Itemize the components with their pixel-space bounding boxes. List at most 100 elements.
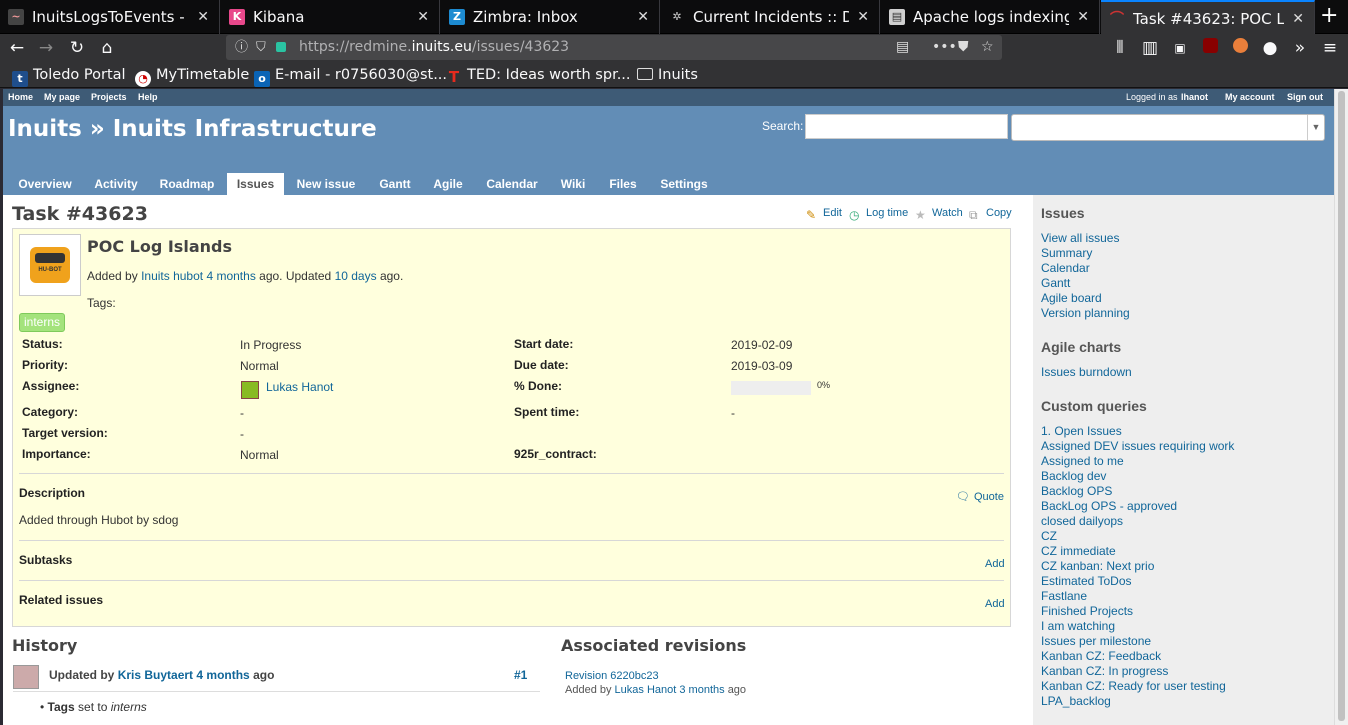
quote-button[interactable]: 🗨 Quote [956,490,1004,503]
sidebar-link-gantt[interactable]: Gantt [1041,276,1070,290]
scrollbar-thumb[interactable] [1338,91,1345,721]
query-link-issues-per-milestone[interactable]: Issues per milestone [1041,634,1151,648]
revision-author-link[interactable]: Lukas Hanot [615,684,677,696]
query-link-lpa-backlog[interactable]: LPA_backlog [1041,694,1111,708]
query-link-i-am-watching[interactable]: I am watching [1041,619,1115,633]
journal-number-link[interactable]: #1 [514,668,527,682]
privacy-badger-icon[interactable] [1230,38,1250,58]
query-link-estimated-todos[interactable]: Estimated ToDos [1041,574,1132,588]
revision-time-link[interactable]: 3 months [679,684,724,696]
query-link-closed-dailyops[interactable]: closed dailyops [1041,514,1123,528]
topmenu-my-page[interactable]: My page [44,89,80,106]
page-actions-icon[interactable]: ••• [932,35,957,60]
query-link-finished-projects[interactable]: Finished Projects [1041,604,1133,618]
new-tab-icon[interactable]: + [1320,4,1338,28]
query-link-cz-immediate[interactable]: CZ immediate [1041,544,1116,558]
author-link[interactable]: Inuits hubot [141,269,203,283]
topmenu-help[interactable]: Help [138,89,158,106]
query-link-backlog-ops[interactable]: Backlog OPS [1041,484,1112,498]
tab-settings[interactable]: Settings [654,173,714,195]
sidebar-link-version-planning[interactable]: Version planning [1041,306,1130,320]
query-link-assigned-to-me[interactable]: Assigned to me [1041,454,1124,468]
pocket-icon[interactable]: ⛊ [958,35,969,60]
add-subtask-link[interactable]: Add [985,558,1005,570]
account-icon[interactable]: ● [1260,38,1280,58]
close-tab-icon[interactable]: ✕ [857,0,869,34]
close-tab-icon[interactable]: ✕ [197,0,209,34]
reader-view-icon[interactable]: ▤ [896,35,909,60]
history-time-link[interactable]: 4 months [196,668,249,682]
tag-badge[interactable]: interns [19,313,66,332]
query-link-1-open-issues[interactable]: 1. Open Issues [1041,424,1122,438]
watch-button[interactable]: ★ Watch [915,207,963,222]
query-link-kanban-cz-feedback[interactable]: Kanban CZ: Feedback [1041,649,1161,663]
copy-button[interactable]: ⧉ Copy [969,207,1012,222]
tab-gantt[interactable]: Gantt [372,173,418,195]
extension-icon[interactable]: ▣ [1170,38,1190,58]
library-icon[interactable]: ⫴ [1110,38,1130,58]
browser-tab-zimbra[interactable]: Z Zimbra: Inbox ✕ [441,0,660,34]
close-tab-icon[interactable]: ✕ [637,0,649,34]
browser-tab-incidents[interactable]: ✲ Current Incidents :: Das ✕ [661,0,880,34]
ublock-icon[interactable] [1200,38,1220,58]
updated-link[interactable]: 10 days [335,269,377,283]
bookmark-email[interactable]: o E-mail - r0756030@st... [254,62,447,88]
close-tab-icon[interactable]: ✕ [1292,2,1304,34]
edit-button[interactable]: ✎ Edit [806,207,842,222]
created-link[interactable]: 4 months [206,269,255,283]
url-bar[interactable]: ⓘ ⛉ https://redmine.inuits.eu/issues/436… [226,35,1002,60]
query-link-kanban-cz-in-progress[interactable]: Kanban CZ: In progress [1041,664,1168,678]
page-scrollbar[interactable] [1334,89,1348,725]
query-link-cz[interactable]: CZ [1041,529,1057,543]
history-author-link[interactable]: Kris Buytaert [118,668,193,682]
tab-agile[interactable]: Agile [428,173,468,195]
assignee-link[interactable]: Lukas Hanot [266,380,333,394]
back-icon[interactable]: ← [7,38,27,58]
tab-roadmap[interactable]: Roadmap [153,173,221,195]
bookmark-mytimetable[interactable]: ◔ MyTimetable [135,62,249,88]
sign-out-link[interactable]: Sign out [1287,89,1323,106]
forward-icon[interactable]: → [36,38,56,58]
sidebar-link-summary[interactable]: Summary [1041,246,1092,260]
tab-files[interactable]: Files [603,173,643,195]
bookmark-star-icon[interactable]: ☆ [981,35,994,60]
overflow-chevron-icon[interactable]: » [1290,38,1310,58]
bookmark-toledo[interactable]: t Toledo Portal [12,62,126,88]
project-jump-select[interactable]: Jump to a project... ▼ [1011,114,1325,141]
query-link-assigned-dev-issues-requiring-work[interactable]: Assigned DEV issues requiring work [1041,439,1234,453]
query-link-fastlane[interactable]: Fastlane [1041,589,1087,603]
tab-calendar[interactable]: Calendar [480,173,544,195]
bookmark-ted[interactable]: T TED: Ideas worth spr... [446,62,631,88]
my-account-link[interactable]: My account [1225,89,1275,106]
menu-icon[interactable]: ≡ [1320,38,1340,58]
query-link-backlog-dev[interactable]: Backlog dev [1041,469,1106,483]
sidebar-link-view-all-issues[interactable]: View all issues [1041,231,1119,245]
sidebar-link-issues-burndown[interactable]: Issues burndown [1041,365,1132,379]
browser-tab-redmine[interactable]: ⌒ Task #43623: POC Log I ✕ [1101,0,1315,34]
tab-new-issue[interactable]: New issue [290,173,362,195]
tab-overview[interactable]: Overview [12,173,78,195]
reload-icon[interactable]: ↻ [67,38,87,58]
sidebar-link-agile-board[interactable]: Agile board [1041,291,1102,305]
sidebar-toggle-icon[interactable]: ▥ [1140,38,1160,58]
browser-tab-apache[interactable]: ▤ Apache logs indexing w ✕ [881,0,1100,34]
log-time-button[interactable]: ◷ Log time [849,207,908,222]
tab-activity[interactable]: Activity [86,173,146,195]
add-related-link[interactable]: Add [985,598,1005,610]
home-icon[interactable]: ⌂ [97,38,117,58]
topmenu-home[interactable]: Home [8,89,33,106]
topmenu-projects[interactable]: Projects [91,89,127,106]
query-link-backlog-ops-approved[interactable]: BackLog OPS - approved [1041,499,1177,513]
revision-link[interactable]: Revision 6220bc23 [565,670,659,682]
info-icon[interactable]: ⓘ [235,35,248,60]
close-tab-icon[interactable]: ✕ [417,0,429,34]
query-link-cz-kanban-next-prio[interactable]: CZ kanban: Next prio [1041,559,1154,573]
logged-in-user[interactable]: lhanot [1181,89,1208,106]
tracking-shield-icon[interactable]: ⛉ [256,35,266,60]
tab-wiki[interactable]: Wiki [555,173,591,195]
close-tab-icon[interactable]: ✕ [1077,0,1089,34]
browser-tab-inuitslogs[interactable]: ~ InuitsLogsToEvents - St ✕ [0,0,220,34]
sidebar-link-calendar[interactable]: Calendar [1041,261,1090,275]
query-link-kanban-cz-ready-for-user-testing[interactable]: Kanban CZ: Ready for user testing [1041,679,1226,693]
browser-tab-kibana[interactable]: K Kibana ✕ [221,0,440,34]
